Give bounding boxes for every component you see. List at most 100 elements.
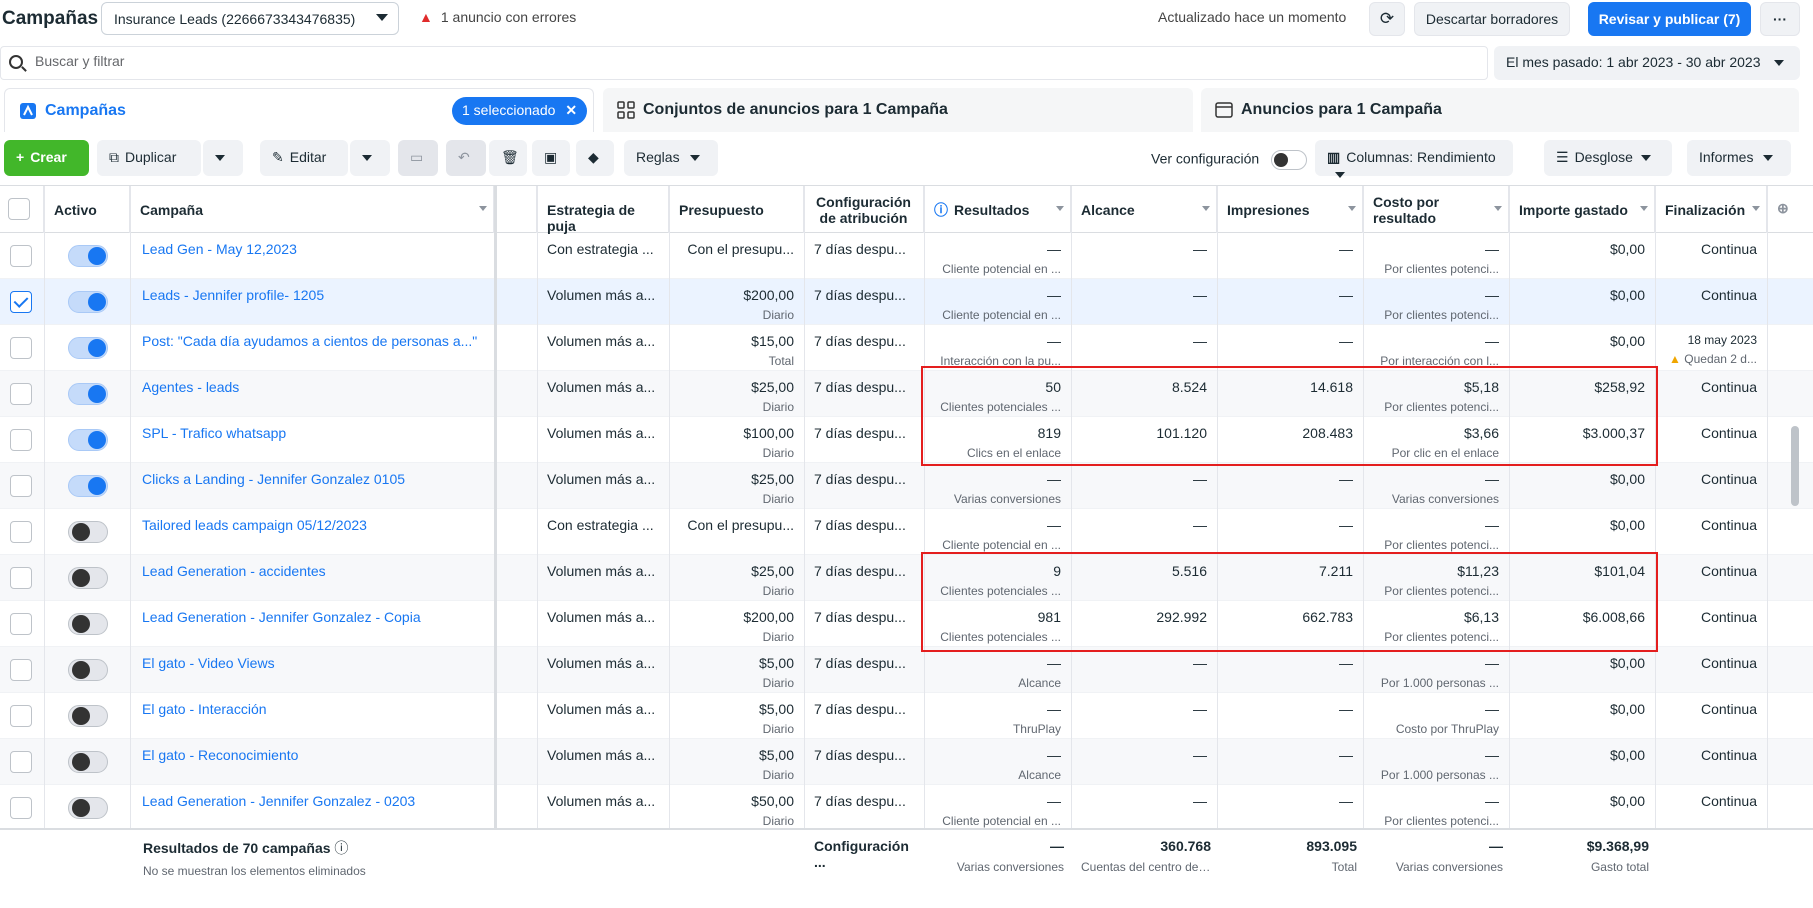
table-row[interactable]: El gato - Reconocimiento Volumen más a...… — [0, 739, 1813, 785]
campaign-name-link[interactable]: Agentes - leads — [142, 379, 239, 395]
row-checkbox[interactable] — [10, 337, 32, 359]
row-checkbox[interactable] — [10, 567, 32, 589]
bid-strategy-cell: Volumen más a... — [547, 379, 656, 395]
vertical-scrollbar[interactable] — [1791, 426, 1799, 506]
preview-button[interactable]: ▣ — [532, 140, 570, 176]
row-checkbox[interactable] — [10, 705, 32, 727]
row-checkbox[interactable] — [10, 521, 32, 543]
table-row[interactable]: Lead Gen - May 12,2023 Con estrategia ...… — [0, 233, 1813, 279]
error-notice[interactable]: ▲ 1 anuncio con errores — [419, 9, 576, 25]
active-toggle[interactable] — [68, 659, 108, 681]
search-input[interactable] — [35, 53, 1035, 69]
active-toggle[interactable] — [68, 705, 108, 727]
selected-pill[interactable]: 1 seleccionado ✕ — [452, 97, 588, 125]
duplicate-menu-button[interactable] — [203, 140, 243, 176]
account-selector[interactable]: Insurance Leads (2266673343476835) — [101, 2, 399, 35]
more-options-button[interactable]: ··· — [1760, 2, 1800, 36]
rules-button[interactable]: Reglas — [624, 140, 718, 176]
undo-button[interactable]: ↶ — [446, 140, 486, 176]
close-icon[interactable]: ✕ — [565, 102, 577, 118]
table-row[interactable]: Clicks a Landing - Jennifer Gonzalez 010… — [0, 463, 1813, 509]
header-reach[interactable]: Alcance — [1071, 186, 1217, 233]
row-checkbox[interactable] — [10, 659, 32, 681]
row-checkbox[interactable] — [10, 475, 32, 497]
campaign-name-link[interactable]: El gato - Interacción — [142, 701, 267, 717]
active-toggle[interactable] — [68, 475, 108, 497]
duplicate-button[interactable]: ⧉ Duplicar — [97, 140, 201, 176]
tab-campaigns[interactable]: Campañas 1 seleccionado ✕ — [4, 88, 594, 132]
create-label: Crear — [30, 149, 67, 165]
campaign-name-link[interactable]: Lead Generation - accidentes — [142, 563, 326, 579]
edit-button[interactable]: ✎ Editar — [260, 140, 348, 176]
select-all-checkbox[interactable] — [8, 198, 30, 220]
header-active[interactable]: Activo — [44, 186, 130, 233]
campaign-name-link[interactable]: SPL - Trafico whatsapp — [142, 425, 286, 441]
add-column-button[interactable]: ⊕ — [1767, 186, 1801, 233]
active-toggle[interactable] — [68, 521, 108, 543]
row-checkbox[interactable] — [10, 429, 32, 451]
budget-cell: $5,00 Diario — [669, 693, 804, 739]
table-row[interactable]: Tailored leads campaign 05/12/2023 Con es… — [0, 509, 1813, 555]
table-row[interactable]: El gato - Video Views Volumen más a... $5,… — [0, 647, 1813, 693]
campaign-name-link[interactable]: Lead Generation - Jennifer Gonzalez - Co… — [142, 609, 421, 625]
preview-icon: ▣ — [544, 149, 558, 165]
edit-menu-button[interactable] — [350, 140, 390, 176]
campaign-name-link[interactable]: Tailored leads campaign 05/12/2023 — [142, 517, 367, 533]
active-toggle[interactable] — [68, 383, 108, 405]
header-bid-strategy[interactable]: Estrategia de puja — [537, 186, 669, 234]
bid-strategy-cell: Volumen más a... — [547, 563, 656, 579]
delete-button[interactable]: 🗑 — [489, 140, 527, 176]
header-end[interactable]: Finalización — [1655, 186, 1767, 233]
active-toggle[interactable] — [68, 291, 108, 313]
header-cost-per-result[interactable]: Costo por resultado — [1363, 186, 1509, 233]
row-checkbox[interactable] — [10, 751, 32, 773]
tab-ads[interactable]: Anuncios para 1 Campaña — [1201, 88, 1799, 132]
row-checkbox[interactable] — [10, 613, 32, 635]
clipboard-button[interactable]: ▭ — [398, 140, 438, 176]
active-toggle[interactable] — [68, 245, 108, 267]
header-impressions[interactable]: Impresiones — [1217, 186, 1363, 233]
view-config-switch[interactable] — [1271, 150, 1308, 170]
table-row[interactable]: Lead Generation - Jennifer Gonzalez - 02… — [0, 785, 1813, 828]
date-range-picker[interactable]: El mes pasado: 1 abr 2023 - 30 abr 2023 — [1494, 46, 1800, 80]
refresh-button[interactable]: ⟳ — [1369, 2, 1405, 36]
tag-button[interactable]: ◆ — [576, 140, 614, 176]
campaign-name-link[interactable]: Lead Gen - May 12,2023 — [142, 241, 297, 257]
reports-button[interactable]: Informes — [1687, 140, 1791, 176]
header-results[interactable]: ⓘ Resultados — [924, 186, 1071, 233]
header-campaign[interactable]: Campaña — [130, 186, 494, 233]
active-toggle[interactable] — [68, 337, 108, 359]
row-checkbox[interactable] — [10, 291, 32, 313]
campaign-name-link[interactable]: El gato - Reconocimiento — [142, 747, 298, 763]
campaign-name-link[interactable]: Lead Generation - Jennifer Gonzalez - 02… — [142, 793, 415, 809]
search-box[interactable] — [0, 46, 1488, 80]
campaign-name-link[interactable]: El gato - Video Views — [142, 655, 275, 671]
row-checkbox[interactable] — [10, 245, 32, 267]
header-amount-spent[interactable]: Importe gastado — [1509, 186, 1655, 233]
view-config-toggle[interactable]: Ver configuración — [1151, 150, 1308, 170]
campaign-name-link[interactable]: Leads - Jennifer profile- 1205 — [142, 287, 324, 303]
active-toggle[interactable] — [68, 429, 108, 451]
active-toggle[interactable] — [68, 751, 108, 773]
review-publish-button[interactable]: Revisar y publicar (7) — [1588, 2, 1751, 36]
header-attribution[interactable]: Configuración de atribución — [804, 186, 924, 233]
row-checkbox[interactable] — [10, 797, 32, 819]
active-toggle[interactable] — [68, 613, 108, 635]
column-divider — [669, 186, 670, 828]
tab-adsets[interactable]: Conjuntos de anuncios para 1 Campaña — [603, 88, 1193, 132]
campaign-name-link[interactable]: Clicks a Landing - Jennifer Gonzalez 010… — [142, 471, 405, 487]
results-cell: — Alcance — [924, 739, 1071, 785]
breakdown-button[interactable]: ☰ Desglose — [1544, 140, 1672, 176]
row-checkbox[interactable] — [10, 383, 32, 405]
table-row[interactable]: El gato - Interacción Volumen más a... $5,… — [0, 693, 1813, 739]
table-row[interactable]: Leads - Jennifer profile- 1205 Volumen má… — [0, 279, 1813, 325]
table-row[interactable]: Post: "Cada día ayudamos a cientos de pe… — [0, 325, 1813, 371]
campaign-name-link[interactable]: Post: "Cada día ayudamos a cientos de pe… — [142, 333, 477, 349]
active-toggle[interactable] — [68, 567, 108, 589]
discard-drafts-button[interactable]: Descartar borradores — [1414, 2, 1570, 36]
create-button[interactable]: + Crear — [4, 140, 89, 176]
end-cell: Continua — [1655, 279, 1767, 325]
header-budget[interactable]: Presupuesto — [669, 186, 804, 233]
active-toggle[interactable] — [68, 797, 108, 819]
columns-button[interactable]: ▥ Columnas: Rendimiento — [1315, 140, 1513, 179]
